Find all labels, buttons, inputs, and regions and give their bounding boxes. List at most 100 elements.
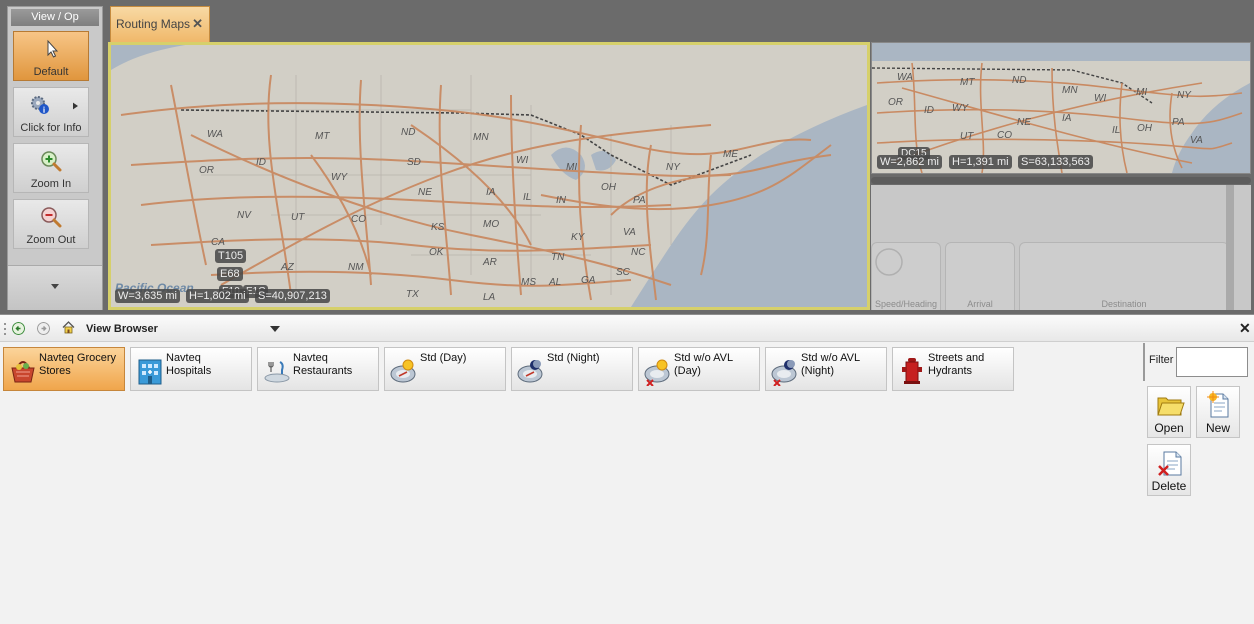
dashboard-scrollbar[interactable]	[1226, 185, 1234, 310]
view-item-label: Navteq Restaurants	[293, 352, 353, 377]
svg-text:NE: NE	[418, 187, 432, 198]
view-item-std-day[interactable]: Std (Day)	[384, 347, 506, 391]
view-item-std-noavl-day[interactable]: Std w/o AVL (Day)	[638, 347, 760, 391]
zoom-in-icon	[41, 151, 62, 172]
cursor-arrow-icon	[47, 39, 59, 58]
new-label: New	[1205, 421, 1230, 435]
view-browser-dropdown-icon[interactable]	[270, 326, 280, 332]
open-label: Open	[1154, 421, 1184, 435]
svg-text:NC: NC	[631, 247, 646, 258]
route-label-t105: T105	[215, 249, 247, 263]
view-browser-toolbar: View Browser ✕	[0, 314, 1254, 342]
info-gears-icon: i	[31, 96, 49, 115]
view-item-streets-hydrants[interactable]: Streets and Hydrants	[892, 347, 1014, 391]
delete-button[interactable]: Delete	[1147, 444, 1191, 496]
restaurant-icon	[264, 361, 290, 383]
svg-text:GA: GA	[581, 275, 596, 286]
map-height-readout: H=1,802 mi	[186, 289, 249, 303]
svg-text:VA: VA	[1190, 135, 1203, 146]
destination-panel: Destination	[1019, 242, 1229, 310]
overview-width-readout: W=2,862 mi	[877, 155, 942, 169]
filter-input[interactable]	[1176, 347, 1248, 377]
svg-text:OR: OR	[199, 165, 214, 176]
overview-height-readout: H=1,391 mi	[949, 155, 1012, 169]
svg-text:MI: MI	[566, 162, 577, 173]
horizontal-splitter[interactable]	[871, 177, 1251, 184]
home-icon[interactable]	[61, 320, 76, 335]
speed-heading-label: Speed/Heading	[874, 299, 938, 309]
zoom-out-label: Zoom Out	[26, 234, 76, 246]
zoom-in-button[interactable]: Zoom In	[13, 143, 89, 193]
click-for-info-button[interactable]: i Click for Info	[13, 87, 89, 137]
toolbar-grip-icon	[4, 323, 6, 335]
arrival-panel: Arrival	[945, 242, 1015, 310]
filter-separator	[1143, 343, 1145, 381]
svg-text:AL: AL	[548, 277, 561, 288]
submenu-arrow-icon	[73, 102, 78, 110]
svg-text:CO: CO	[351, 214, 366, 225]
svg-text:ND: ND	[401, 127, 415, 138]
default-tool-label: Default	[33, 66, 69, 78]
main-map-view[interactable]: WA OR ID MT ND SD WY NE NV CA UT CO KS MO AZ NM …	[108, 42, 870, 310]
forward-icon[interactable]	[37, 322, 50, 335]
svg-text:OH: OH	[1137, 123, 1153, 134]
svg-text:UT: UT	[960, 131, 974, 142]
svg-text:NE: NE	[1017, 117, 1031, 128]
overview-map-view[interactable]: WA OR ID MT ND WY NE UT CO MN WI IA MI NY IL OH …	[871, 42, 1251, 174]
chevron-down-icon	[51, 284, 59, 289]
sun-globe-noavl-icon	[644, 359, 670, 386]
svg-text:ND: ND	[1012, 75, 1026, 86]
svg-text:IL: IL	[1112, 125, 1120, 136]
sun-globe-icon	[390, 359, 416, 383]
view-op-panel: View / Op Default i Click for Info Zoom …	[7, 6, 103, 310]
view-item-hospitals[interactable]: Navteq Hospitals	[130, 347, 252, 391]
view-item-std-noavl-night[interactable]: Std w/o AVL (Night)	[765, 347, 887, 391]
svg-text:UT: UT	[291, 212, 305, 223]
navigation-dashboard: Speed/Heading Arrival Destination	[871, 185, 1251, 310]
svg-text:ID: ID	[924, 105, 934, 116]
tab-routing-maps[interactable]: Routing Maps ✕	[110, 6, 210, 42]
svg-text:SC: SC	[616, 267, 631, 278]
svg-text:PA: PA	[633, 195, 646, 206]
svg-text:IL: IL	[523, 192, 531, 203]
default-tool-button[interactable]: Default	[13, 31, 89, 81]
view-item-label: Streets and Hydrants	[928, 352, 985, 377]
tab-label: Routing Maps	[116, 17, 191, 31]
svg-text:IN: IN	[556, 195, 567, 206]
tab-close-icon[interactable]: ✕	[192, 16, 203, 32]
route-label-e68: E68	[217, 267, 243, 281]
view-item-grocery-stores[interactable]: Navteq Grocery Stores	[3, 347, 125, 391]
back-icon[interactable]	[12, 322, 25, 335]
fire-hydrant-icon	[902, 358, 922, 384]
view-item-restaurants[interactable]: Navteq Restaurants	[257, 347, 379, 391]
open-button[interactable]: Open	[1147, 386, 1191, 438]
svg-text:AR: AR	[482, 257, 497, 268]
moon-globe-icon	[517, 360, 543, 383]
svg-text:WI: WI	[516, 155, 528, 166]
folder-open-icon	[1157, 397, 1185, 416]
zoom-out-button[interactable]: Zoom Out	[13, 199, 89, 249]
svg-text:NM: NM	[348, 262, 364, 273]
delete-label: Delete	[1151, 479, 1187, 493]
svg-text:TN: TN	[551, 252, 565, 263]
zoom-in-label: Zoom In	[30, 178, 72, 190]
view-item-std-night[interactable]: Std (Night)	[511, 347, 633, 391]
svg-text:WA: WA	[897, 72, 913, 83]
svg-text:CA: CA	[211, 237, 225, 248]
svg-text:NV: NV	[237, 210, 252, 221]
gauge-dial-icon	[875, 248, 903, 276]
destination-label: Destination	[1101, 299, 1147, 309]
arrival-label: Arrival	[967, 299, 993, 309]
svg-text:WA: WA	[207, 129, 223, 140]
new-button[interactable]: New	[1196, 386, 1240, 438]
hospital-building-icon	[138, 359, 162, 385]
view-browser-close-icon[interactable]: ✕	[1239, 320, 1251, 337]
panel-overflow-button[interactable]	[8, 265, 102, 310]
view-item-label: Std w/o AVL (Night)	[801, 352, 860, 377]
view-item-label: Std w/o AVL (Day)	[674, 352, 733, 377]
svg-text:LA: LA	[483, 292, 496, 303]
svg-text:MN: MN	[1062, 85, 1078, 96]
filter-label: Filter	[1149, 354, 1174, 366]
svg-text:KY: KY	[571, 232, 586, 243]
map-scale-readout: S=40,907,213	[255, 289, 330, 303]
